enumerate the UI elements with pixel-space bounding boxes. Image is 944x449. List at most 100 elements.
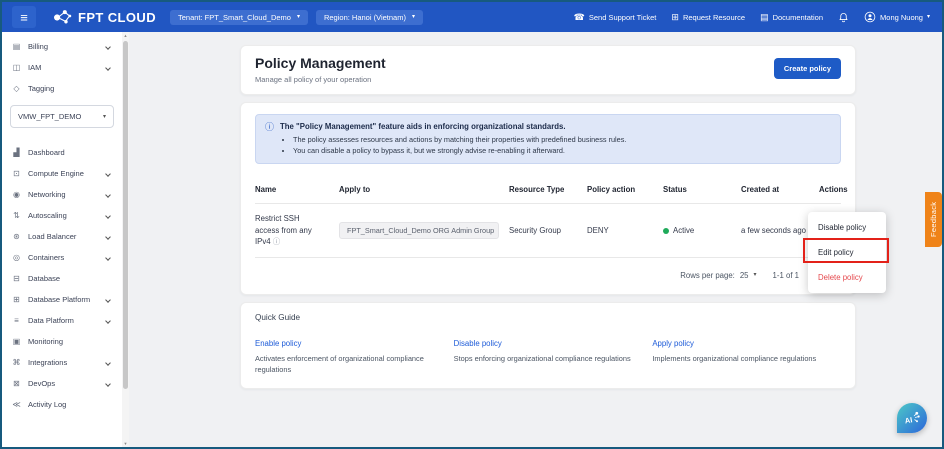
- quick-guide-apply: Apply policy Implements organizational c…: [652, 339, 817, 364]
- sidebar-item-database-platform[interactable]: ⊞ Database Platform: [2, 289, 122, 310]
- billing-icon: ▤: [12, 42, 21, 51]
- chevron-down-icon: [105, 296, 111, 303]
- brand-name: FPT CLOUD: [78, 9, 156, 25]
- hamburger-menu-button[interactable]: ≡: [12, 6, 36, 28]
- resource-type-cell: Security Group: [509, 226, 562, 236]
- sidebar-nav: ▤ Billing ◫ IAM ◇ Tagging VMW_FPT_DEMO ▾…: [2, 32, 122, 447]
- sidebar-item-activity-log[interactable]: ≪ Activity Log: [2, 394, 122, 415]
- sidebar-item-integrations[interactable]: ⌘ Integrations: [2, 352, 122, 373]
- tenant-selector[interactable]: Tenant: FPT_Smart_Cloud_Demo ▾: [169, 9, 308, 25]
- sidebar-item-monitoring[interactable]: ▣ Monitoring: [2, 331, 122, 352]
- status-cell: Active: [663, 226, 741, 235]
- request-resource-link[interactable]: ⊞ Request Resource: [671, 11, 745, 22]
- top-navbar: ≡ FPT CLOUD Tenant: FPT_Smart_Cloud_Demo…: [2, 2, 942, 32]
- user-avatar-icon: [864, 11, 876, 23]
- sidebar-item-data-platform[interactable]: ≡ Data Platform: [2, 310, 122, 331]
- status-badge: Active: [673, 226, 695, 236]
- user-account-menu[interactable]: Mong Nuong ▾: [864, 11, 930, 23]
- containers-icon: ◎: [13, 253, 20, 262]
- region-selector[interactable]: Region: Hanoi (Vietnam) ▾: [315, 9, 423, 25]
- data-platform-icon: ≡: [14, 316, 19, 325]
- feedback-tab[interactable]: Feedback: [925, 192, 942, 247]
- fpt-molecule-icon: [52, 9, 73, 26]
- sidebar-item-tagging[interactable]: ◇ Tagging: [2, 78, 122, 99]
- chevron-down-icon: ▾: [102, 113, 106, 120]
- sidebar-item-billing[interactable]: ▤ Billing: [2, 36, 122, 57]
- policy-table-card: ⓘ The "Policy Management" feature aids i…: [240, 102, 856, 296]
- sidebar-item-networking[interactable]: ◉ Networking: [2, 184, 122, 205]
- scroll-up-icon[interactable]: ▲: [122, 33, 129, 38]
- chevron-down-icon: [105, 359, 111, 366]
- chevron-down-icon: [105, 317, 111, 324]
- info-alert: ⓘ The "Policy Management" feature aids i…: [255, 114, 841, 164]
- quick-guide-card: Quick Guide Enable policy Activates enfo…: [240, 302, 856, 389]
- org-vdc-selector[interactable]: VMW_FPT_DEMO ▾: [10, 105, 114, 128]
- pagination-range: 1-1 of 1: [772, 270, 799, 280]
- tag-icon: ◇: [13, 84, 20, 93]
- apply-to-chip: FPT_Smart_Cloud_Demo ORG Admin Group: [339, 222, 499, 240]
- table-row[interactable]: Restrict SSH access from any IPv4 ⓘ FPT_…: [255, 204, 841, 259]
- networking-icon: ◉: [13, 190, 20, 199]
- apply-policy-link[interactable]: Apply policy: [652, 339, 694, 348]
- documentation-link[interactable]: ▤ Documentation: [760, 11, 823, 22]
- quick-guide-enable: Enable policy Activates enforcement of o…: [255, 339, 424, 374]
- sidebar-item-load-balancer[interactable]: ⊛ Load Balancer: [2, 226, 122, 247]
- menu-item-delete-policy[interactable]: Delete policy: [808, 265, 886, 290]
- chevron-down-icon: ▾: [296, 14, 300, 20]
- table-pagination: Rows per page: 25 ▾ 1-1 of 1 ‹ ›: [255, 258, 841, 286]
- sidebar-item-database[interactable]: ⊟ Database: [2, 268, 122, 289]
- integrations-icon: ⌘: [12, 358, 21, 367]
- table-header-row: Name Apply to Resource Type Policy actio…: [255, 176, 848, 204]
- row-actions-menu: Disable policy Edit policy Delete policy: [808, 212, 886, 293]
- quick-guide-title: Quick Guide: [255, 313, 301, 323]
- apply-to-cell: FPT_Smart_Cloud_Demo ORG Admin Group: [339, 222, 509, 240]
- document-icon: ▤: [760, 11, 769, 22]
- notifications-button[interactable]: [838, 12, 849, 23]
- policy-name-cell: Restrict SSH access from any IPv4 ⓘ: [255, 214, 312, 247]
- create-policy-button[interactable]: Create policy: [773, 58, 841, 79]
- chevron-down-icon: [105, 212, 111, 219]
- chevron-down-icon: [105, 64, 111, 71]
- page-subtitle: Manage all policy of your operation: [255, 75, 372, 84]
- chevron-down-icon: [105, 233, 111, 240]
- request-resource-icon: ⊞: [671, 11, 679, 22]
- sidebar-item-compute-engine[interactable]: ⊡ Compute Engine: [2, 163, 122, 184]
- iam-icon: ◫: [12, 63, 21, 72]
- quick-guide-disable: Disable policy Stops enforcing organizat…: [453, 339, 631, 364]
- sidebar-scrollbar[interactable]: ▲ ▼: [122, 32, 129, 447]
- sidebar-item-dashboard[interactable]: ▟ Dashboard: [2, 142, 122, 163]
- ai-assistant-button[interactable]: AI: [897, 403, 927, 433]
- dashboard-icon: ▟: [13, 148, 20, 157]
- menu-item-disable-policy[interactable]: Disable policy: [808, 215, 886, 240]
- send-support-ticket-link[interactable]: ☎ Send Support Ticket: [573, 11, 657, 22]
- disable-policy-link[interactable]: Disable policy: [454, 339, 502, 348]
- sidebar-item-iam[interactable]: ◫ IAM: [2, 57, 122, 78]
- scrollbar-thumb[interactable]: [123, 41, 128, 389]
- scroll-down-icon[interactable]: ▼: [122, 441, 129, 446]
- alert-title: The "Policy Management" feature aids in …: [280, 122, 566, 131]
- info-icon: ⓘ: [265, 122, 275, 132]
- topbar-actions: ☎ Send Support Ticket ⊞ Request Resource…: [574, 11, 930, 23]
- policy-action-cell: DENY: [587, 226, 609, 236]
- activity-log-icon: ≪: [12, 400, 21, 409]
- support-headset-icon: ☎: [573, 11, 585, 22]
- devops-icon: ⊠: [13, 379, 20, 388]
- autoscaling-icon: ⇅: [13, 211, 20, 220]
- info-icon[interactable]: ⓘ: [273, 237, 281, 246]
- sidebar-item-autoscaling[interactable]: ⇅ Autoscaling: [2, 205, 122, 226]
- bell-icon: [838, 12, 849, 23]
- active-status-dot: [663, 227, 669, 234]
- policy-table: Name Apply to Resource Type Policy actio…: [255, 176, 848, 259]
- ai-molecule-icon: AI: [902, 408, 922, 428]
- chevron-down-icon: [105, 191, 111, 198]
- sidebar-item-devops[interactable]: ⊠ DevOps: [2, 373, 122, 394]
- page-title: Policy Management: [255, 55, 386, 71]
- fpt-cloud-logo[interactable]: FPT CLOUD: [52, 9, 156, 26]
- page-header-card: Policy Management Manage all policy of y…: [240, 45, 856, 95]
- sidebar-item-containers[interactable]: ◎ Containers: [2, 247, 122, 268]
- chevron-down-icon: ▾: [926, 14, 930, 20]
- menu-item-edit-policy[interactable]: Edit policy: [808, 240, 886, 265]
- rows-per-page-control[interactable]: Rows per page: 25 ▾: [680, 271, 756, 280]
- chevron-down-icon: ▾: [411, 14, 415, 20]
- enable-policy-link[interactable]: Enable policy: [255, 339, 301, 348]
